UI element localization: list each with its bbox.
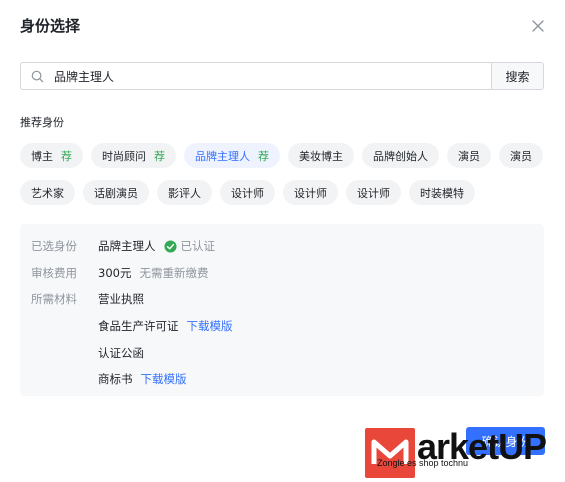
selected-key: 已选身份 xyxy=(31,239,77,253)
identity-tag[interactable]: 设计师 xyxy=(283,180,338,205)
materials-row: 所需材料 xyxy=(31,291,98,307)
fee-value: 300元 xyxy=(98,266,132,280)
identity-tag-label: 美妆博主 xyxy=(299,149,343,163)
fee-note: 无需重新缴费 xyxy=(139,266,209,280)
identity-tag[interactable]: 艺术家 xyxy=(20,180,75,205)
close-icon[interactable] xyxy=(528,16,548,36)
dialog-title: 身份选择 xyxy=(20,17,81,35)
check-circle-icon xyxy=(163,239,177,253)
identity-tag[interactable]: 时尚顾问荐 xyxy=(91,143,176,168)
identity-tag[interactable]: 影评人 xyxy=(157,180,212,205)
materials-key: 所需材料 xyxy=(31,292,77,306)
watermark-sub: Zongle es shop tochnu xyxy=(377,458,469,468)
identity-tag[interactable]: 品牌主理人荐 xyxy=(184,143,280,168)
material-label: 认证公函 xyxy=(98,346,144,360)
identity-tag-label: 演员 xyxy=(510,149,532,163)
download-template-link[interactable]: 下载模版 xyxy=(187,318,233,334)
identity-dialog: 身份选择 搜索 推荐身份 博主荐时尚顾问荐品牌主理人荐美妆博主品牌创始人演员演员… xyxy=(0,0,565,478)
recommend-badge: 荐 xyxy=(258,149,269,163)
fee-key: 审核费用 xyxy=(31,266,77,280)
download-template-link[interactable]: 下载模版 xyxy=(141,371,187,387)
material-item: 食品生产许可证 下载模版 xyxy=(98,318,233,334)
identity-tag-label: 影评人 xyxy=(168,186,201,200)
identity-tag-label: 演员 xyxy=(458,149,480,163)
identity-tag-label: 设计师 xyxy=(231,186,264,200)
search-button[interactable]: 搜索 xyxy=(491,62,544,90)
identity-tag-label: 品牌主理人 xyxy=(195,149,250,163)
search-icon xyxy=(31,70,44,82)
identity-tag[interactable]: 设计师 xyxy=(220,180,275,205)
identity-tag-label: 艺术家 xyxy=(31,186,64,200)
info-panel: 已选身份 品牌主理人 已认证 审核费用 300元 无需重新缴费 所需材料 营业执… xyxy=(20,224,544,396)
recommend-badge: 荐 xyxy=(154,149,165,163)
material-item: 商标书 下载模版 xyxy=(98,371,187,387)
fee-row: 审核费用 300元 无需重新缴费 xyxy=(31,265,208,281)
identity-tag[interactable]: 设计师 xyxy=(346,180,401,205)
selected-row: 已选身份 品牌主理人 已认证 xyxy=(31,238,215,254)
material-item: 营业执照 xyxy=(98,291,144,307)
identity-tag[interactable]: 美妆博主 xyxy=(288,143,354,168)
watermark: arketUP Zongle es shop tochnu xyxy=(365,426,565,478)
identity-tag-label: 时装模特 xyxy=(420,186,464,200)
identity-tag-label: 博主 xyxy=(31,149,53,163)
recommend-label: 推荐身份 xyxy=(20,116,64,129)
search-input[interactable] xyxy=(52,68,456,84)
identity-tag-label: 品牌创始人 xyxy=(373,149,428,163)
identity-tag[interactable]: 品牌创始人 xyxy=(362,143,439,168)
identity-tag[interactable]: 演员 xyxy=(447,143,491,168)
identity-tag-label: 设计师 xyxy=(294,186,327,200)
material-label: 商标书 xyxy=(98,372,133,386)
identity-tag-label: 话剧演员 xyxy=(94,186,138,200)
material-label: 营业执照 xyxy=(98,292,144,306)
search-row: 搜索 xyxy=(20,62,544,90)
verified-label: 已认证 xyxy=(180,239,216,253)
watermark-logo-icon xyxy=(365,428,415,478)
identity-tag[interactable]: 时装模特 xyxy=(409,180,475,205)
recommend-badge: 荐 xyxy=(61,149,72,163)
identity-tag[interactable]: 演员 xyxy=(499,143,543,168)
recommend-tags: 博主荐时尚顾问荐品牌主理人荐美妆博主 品牌创始人 演员 演员 艺术家 话剧演员 影评人 设计师… xyxy=(20,143,550,205)
material-item: 认证公函 xyxy=(98,345,144,361)
selected-value: 品牌主理人 xyxy=(98,239,156,253)
verified-status: 已认证 xyxy=(163,238,216,254)
identity-tag-label: 时尚顾问 xyxy=(102,149,146,163)
material-label: 食品生产许可证 xyxy=(98,319,179,333)
identity-tag[interactable]: 博主荐 xyxy=(20,143,83,168)
identity-tag[interactable]: 话剧演员 xyxy=(83,180,149,205)
identity-tag-label: 设计师 xyxy=(357,186,390,200)
search-box[interactable] xyxy=(20,62,491,90)
